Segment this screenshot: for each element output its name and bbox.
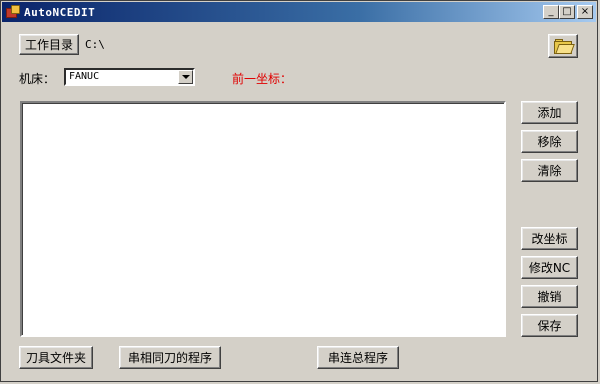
app-icon bbox=[6, 5, 20, 19]
save-button[interactable]: 保存 bbox=[521, 314, 578, 337]
maximize-button[interactable]: □ bbox=[559, 5, 575, 19]
program-list[interactable] bbox=[20, 101, 506, 337]
title-bar[interactable]: AutoNCEDIT _ □ × bbox=[2, 2, 596, 22]
machine-select[interactable]: FANUC bbox=[64, 68, 195, 86]
clear-button[interactable]: 清除 bbox=[521, 159, 578, 182]
change-coord-button[interactable]: 改坐标 bbox=[521, 227, 578, 250]
chain-all-button[interactable]: 串连总程序 bbox=[317, 346, 399, 369]
add-button[interactable]: 添加 bbox=[521, 101, 578, 124]
chain-same-tool-button[interactable]: 串相同刀的程序 bbox=[119, 346, 221, 369]
chevron-down-icon[interactable] bbox=[178, 70, 193, 84]
machine-selected-value: FANUC bbox=[69, 71, 100, 82]
minimize-button[interactable]: _ bbox=[543, 5, 559, 19]
open-folder-button[interactable] bbox=[548, 34, 578, 58]
prev-coord-label: 前一坐标： bbox=[232, 72, 293, 86]
workdir-button[interactable]: 工作目录 bbox=[19, 34, 79, 55]
undo-button[interactable]: 撤销 bbox=[521, 285, 578, 308]
close-button[interactable]: × bbox=[577, 5, 593, 19]
machine-label: 机床： bbox=[19, 72, 56, 86]
modify-nc-button[interactable]: 修改NC bbox=[521, 256, 578, 279]
window-title: AutoNCEDIT bbox=[24, 5, 96, 19]
tool-folder-button[interactable]: 刀具文件夹 bbox=[19, 346, 93, 369]
workdir-path: C:\ bbox=[85, 38, 105, 51]
remove-button[interactable]: 移除 bbox=[521, 130, 578, 153]
main-window: AutoNCEDIT _ □ × 工作目录 C:\ 机床： FANUC 前一坐标… bbox=[0, 0, 598, 382]
folder-open-icon bbox=[554, 39, 575, 54]
